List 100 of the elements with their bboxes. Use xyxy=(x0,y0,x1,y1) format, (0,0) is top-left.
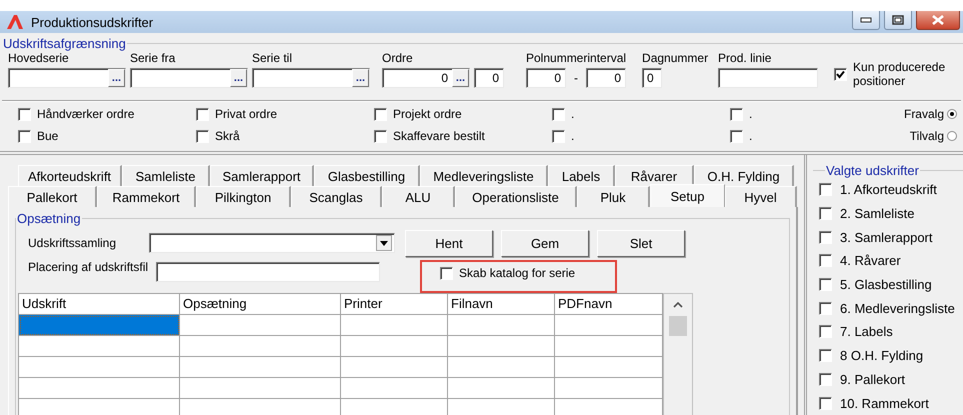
input-field[interactable]: 0 xyxy=(586,68,626,88)
table-cell[interactable] xyxy=(19,315,180,336)
checkbox[interactable] xyxy=(196,108,209,120)
input-field[interactable] xyxy=(156,262,380,282)
column-header[interactable]: Filnavn xyxy=(448,294,555,315)
table-cell[interactable] xyxy=(341,336,448,357)
push-button[interactable]: Slet xyxy=(597,230,686,256)
field-label: Prod. linie xyxy=(718,51,772,67)
maximize-icon xyxy=(892,15,904,25)
minimize-button[interactable] xyxy=(852,11,880,30)
checkbox[interactable] xyxy=(730,130,743,142)
tab[interactable]: Hyvel xyxy=(725,186,797,207)
window-title: Produktionsudskrifter xyxy=(31,14,154,30)
table-cell[interactable] xyxy=(448,357,555,378)
checkbox[interactable] xyxy=(18,130,31,142)
checkbox[interactable] xyxy=(196,130,209,142)
checkbox[interactable] xyxy=(374,108,387,120)
table-cell[interactable] xyxy=(448,315,555,336)
table-cell[interactable] xyxy=(19,336,180,357)
checkbox[interactable] xyxy=(834,68,848,80)
table-cell[interactable] xyxy=(180,315,341,336)
input-field[interactable]: 0 ... xyxy=(382,68,470,88)
tab[interactable]: Labels xyxy=(548,165,615,186)
close-button[interactable] xyxy=(916,11,960,30)
tab[interactable]: O.H. Fylding xyxy=(694,165,794,186)
scrollbar[interactable] xyxy=(663,293,693,415)
checkbox-label: 6. Medleveringsliste xyxy=(840,300,955,316)
checkbox[interactable] xyxy=(819,349,832,362)
input-field[interactable] xyxy=(718,68,818,88)
checkbox-label: 8 O.H. Fylding xyxy=(840,348,924,364)
table-cell[interactable] xyxy=(180,378,341,399)
checkbox-label: . xyxy=(749,129,752,143)
dropdown-arrow-icon xyxy=(380,240,388,246)
input-field[interactable]: ... xyxy=(252,68,370,88)
checkbox[interactable] xyxy=(374,130,387,142)
checkbox[interactable] xyxy=(18,108,31,120)
tab[interactable]: Glasbestilling xyxy=(314,165,420,186)
checkbox-label: 9. Pallekort xyxy=(840,372,906,387)
field-label: Placering af udskriftsfil xyxy=(28,260,148,274)
checkbox[interactable] xyxy=(819,396,832,410)
input-field[interactable]: 0 xyxy=(474,68,504,88)
table-cell[interactable] xyxy=(341,315,448,336)
table-cell[interactable] xyxy=(19,378,180,399)
checkbox[interactable] xyxy=(819,183,832,196)
checkbox[interactable] xyxy=(440,266,454,280)
scroll-thumb[interactable] xyxy=(669,316,687,336)
column-header[interactable]: Opsætning xyxy=(180,294,341,315)
input-field[interactable]: 0 xyxy=(526,68,566,88)
checkbox[interactable] xyxy=(552,108,565,120)
tab[interactable]: ALU xyxy=(382,186,455,207)
tab[interactable]: Pallekort xyxy=(8,186,97,207)
radio-button[interactable] xyxy=(947,109,957,119)
table-cell[interactable] xyxy=(341,378,448,399)
column-header[interactable]: Udskrift xyxy=(19,294,180,315)
table-cell[interactable] xyxy=(341,357,448,378)
checkbox[interactable] xyxy=(819,230,832,244)
column-header[interactable]: Printer xyxy=(341,294,448,315)
tab[interactable]: Medleveringsliste xyxy=(420,165,548,186)
maximize-button[interactable] xyxy=(884,11,912,30)
table-cell[interactable] xyxy=(448,378,555,399)
checkbox[interactable] xyxy=(819,278,832,292)
lookup-button[interactable]: ... xyxy=(352,69,369,87)
checkbox[interactable] xyxy=(730,108,743,120)
tab[interactable]: Pilkington xyxy=(196,186,291,207)
lookup-button[interactable]: ... xyxy=(230,69,247,87)
tab[interactable]: Rammekort xyxy=(97,186,196,207)
lookup-button[interactable]: ... xyxy=(108,69,125,87)
input-field[interactable]: 0 xyxy=(642,68,662,88)
tab[interactable]: Samleliste xyxy=(122,165,210,186)
tab[interactable]: Afkorteudskrift xyxy=(18,165,122,186)
push-button[interactable]: Hent xyxy=(405,230,494,256)
radio-label: Tilvalg xyxy=(910,129,944,143)
push-button[interactable]: Gem xyxy=(501,230,590,256)
column-header[interactable]: PDFnavn xyxy=(555,294,663,315)
table-cell[interactable] xyxy=(19,357,180,378)
checkbox[interactable] xyxy=(552,130,565,142)
checkbox-label: Skaffevare bestilt xyxy=(393,129,485,143)
tab[interactable]: Samlerapport xyxy=(210,165,314,186)
checkbox[interactable] xyxy=(819,325,832,338)
checkbox[interactable] xyxy=(819,254,832,268)
checkbox-label: 5. Glasbestilling xyxy=(840,277,932,292)
table-cell[interactable] xyxy=(180,336,341,357)
tab[interactable]: Råvarer xyxy=(615,165,694,186)
tab[interactable]: Pluk xyxy=(577,186,650,207)
checkbox[interactable] xyxy=(819,207,832,220)
radio-button[interactable] xyxy=(947,131,957,141)
checkbox[interactable] xyxy=(819,372,832,386)
field-label: Udskriftssamling xyxy=(28,236,116,250)
tab[interactable]: Setup xyxy=(650,184,725,207)
input-field[interactable]: ... xyxy=(8,68,126,88)
field-label: Serie fra xyxy=(130,51,176,67)
checkbox-label: 7. Labels xyxy=(840,324,893,340)
dropdown[interactable] xyxy=(149,233,396,253)
tab[interactable]: Operationsliste xyxy=(455,186,577,207)
checkbox[interactable] xyxy=(819,302,832,315)
input-field[interactable]: ... xyxy=(130,68,248,88)
tab[interactable]: Scanglas xyxy=(291,186,382,207)
table-cell[interactable] xyxy=(180,357,341,378)
lookup-button[interactable]: ... xyxy=(452,69,469,87)
table-cell[interactable] xyxy=(448,336,555,357)
